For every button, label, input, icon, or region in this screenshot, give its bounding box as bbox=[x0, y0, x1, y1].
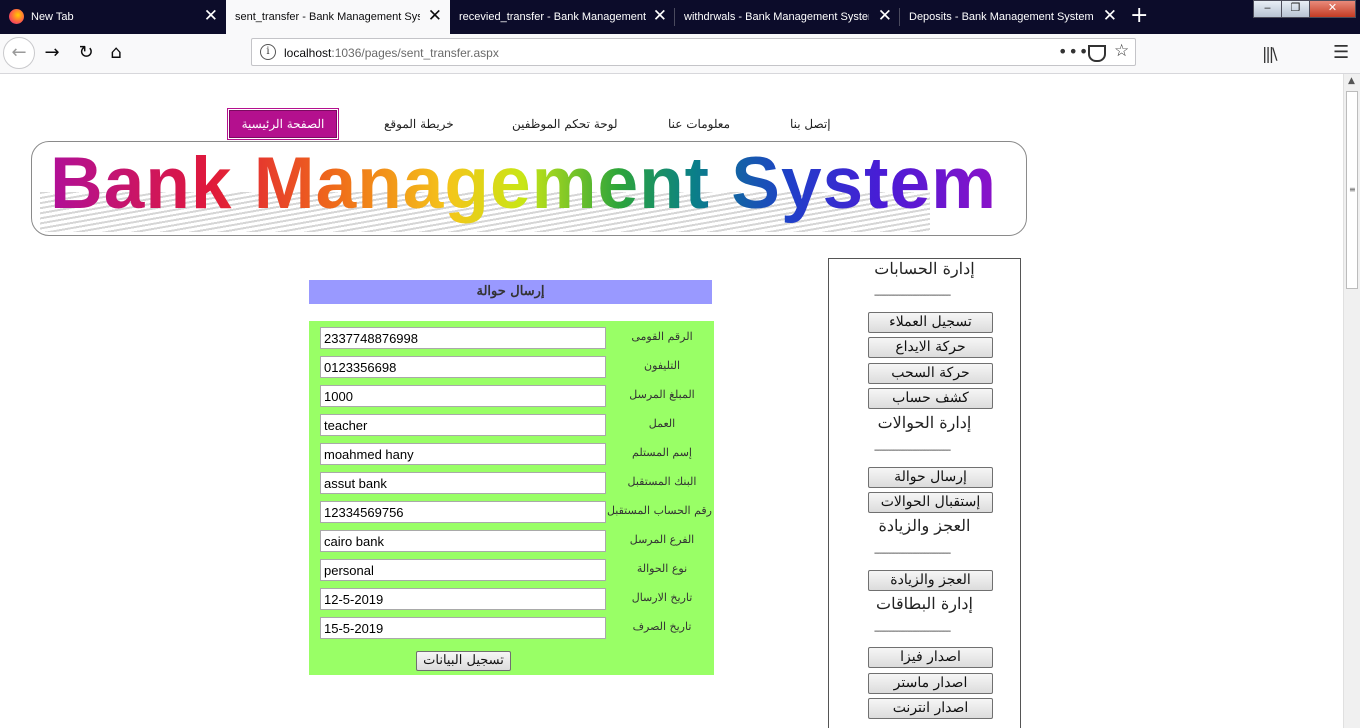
page-content: الصفحة الرئيسية خريطة الموقع لوحة تحكم ا… bbox=[0, 74, 1343, 728]
tab-recevied-transfer[interactable]: recevied_transfer - Bank Management Syst… bbox=[450, 0, 675, 34]
divider: -------------------------------- bbox=[874, 290, 951, 301]
receiving-bank-label: البنك المستقبل bbox=[627, 475, 697, 488]
phone-label: التليفون bbox=[643, 359, 680, 372]
tab-close-icon[interactable]: ✕ bbox=[653, 6, 667, 26]
account-statement-button[interactable]: كشف حساب bbox=[868, 388, 993, 409]
window-close-icon[interactable]: ✕ bbox=[1309, 0, 1356, 18]
recipient-name-input[interactable] bbox=[320, 443, 606, 465]
sending-branch-label: الفرع المرسل bbox=[629, 533, 695, 546]
nav-home-link[interactable]: الصفحة الرئيسية bbox=[227, 108, 339, 140]
section-title-cards: إدارة البطاقات bbox=[876, 594, 973, 613]
tab-close-icon[interactable]: ✕ bbox=[1103, 6, 1117, 26]
job-label: العمل bbox=[648, 417, 676, 430]
navigation-toolbar: ← → ↻ ⌂ i localhost:1036/pages/sent_tran… bbox=[0, 34, 1360, 92]
address-bar[interactable]: i localhost:1036/pages/sent_transfer.asp… bbox=[251, 38, 1136, 66]
send-transfer-button[interactable]: إرسال حوالة bbox=[868, 467, 993, 488]
firefox-icon bbox=[9, 9, 24, 24]
section-title-accounts: إدارة الحسابات bbox=[874, 259, 975, 278]
minimize-icon[interactable]: ‒ bbox=[1253, 0, 1282, 18]
divider: -------------------------------- bbox=[874, 548, 951, 559]
maximize-icon[interactable]: ❐ bbox=[1281, 0, 1310, 18]
banner-title: Bank Management System bbox=[50, 143, 997, 224]
tab-sent-transfer[interactable]: sent_transfer - Bank Management System ✕ bbox=[226, 0, 450, 34]
recipient-name-label: إسم المستلم bbox=[632, 446, 692, 459]
tab-title: Deposits - Bank Management System bbox=[909, 11, 1094, 23]
nav-about-link[interactable]: معلومات عنا bbox=[668, 117, 730, 131]
tab-withdrwals[interactable]: withdrwals - Bank Management System ✕ bbox=[675, 0, 900, 34]
home-icon[interactable]: ⌂ bbox=[100, 37, 132, 69]
national-id-label: الرقم القومى bbox=[631, 330, 693, 343]
site-banner: Bank Management System bbox=[31, 141, 1027, 236]
scroll-up-arrow-icon[interactable]: ▲ bbox=[1348, 76, 1355, 86]
send-date-input[interactable] bbox=[320, 588, 606, 610]
bookmark-star-icon[interactable]: ☆ bbox=[1114, 41, 1129, 61]
register-customers-button[interactable]: تسجيل العملاء bbox=[868, 312, 993, 333]
tab-title: New Tab bbox=[31, 11, 74, 23]
tab-title: recevied_transfer - Bank Management Syst… bbox=[459, 11, 649, 23]
tab-title: withdrwals - Bank Management System bbox=[684, 11, 869, 23]
issue-internet-button[interactable]: اصدار انترنت bbox=[868, 698, 993, 719]
receiving-bank-input[interactable] bbox=[320, 472, 606, 494]
page-actions-ellipsis-icon[interactable]: ••• bbox=[1058, 42, 1089, 61]
job-input[interactable] bbox=[320, 414, 606, 436]
forward-arrow-icon[interactable]: → bbox=[36, 37, 68, 69]
new-tab-plus-icon[interactable]: + bbox=[1130, 4, 1148, 28]
site-info-icon[interactable]: i bbox=[260, 44, 276, 60]
issue-master-button[interactable]: اصدار ماستر bbox=[868, 673, 993, 694]
receiving-account-label: رقم الحساب المستقبل bbox=[606, 504, 712, 517]
tab-new-tab[interactable]: New Tab ✕ bbox=[0, 0, 226, 34]
send-date-label: تاريخ الارسال bbox=[631, 591, 693, 604]
phone-input[interactable] bbox=[320, 356, 606, 378]
receive-transfers-button[interactable]: إستقبال الحوالات bbox=[868, 492, 993, 513]
payout-date-label: تاريخ الصرف bbox=[632, 620, 692, 633]
amount-input[interactable] bbox=[320, 385, 606, 407]
tab-close-icon[interactable]: ✕ bbox=[878, 6, 892, 26]
library-icon[interactable]: |||\ bbox=[1262, 44, 1278, 63]
url-text[interactable]: localhost:1036/pages/sent_transfer.aspx bbox=[284, 46, 499, 60]
side-menu: إدارة الحسابات -------------------------… bbox=[828, 258, 1021, 728]
scrollbar-thumb[interactable]: ≡ bbox=[1346, 91, 1358, 289]
tab-strip: New Tab ✕ sent_transfer - Bank Managemen… bbox=[0, 0, 1360, 34]
tab-title: sent_transfer - Bank Management System bbox=[235, 11, 420, 23]
section-title-deficit: العجز والزيادة bbox=[878, 516, 971, 535]
sending-branch-input[interactable] bbox=[320, 530, 606, 552]
deficit-surplus-button[interactable]: العجز والزيادة bbox=[868, 570, 993, 591]
transfer-type-label: نوع الحوالة bbox=[636, 562, 688, 575]
payout-date-input[interactable] bbox=[320, 617, 606, 639]
section-title-transfers: إدارة الحوالات bbox=[877, 413, 972, 432]
tab-close-icon[interactable]: ✕ bbox=[204, 6, 218, 26]
national-id-input[interactable] bbox=[320, 327, 606, 349]
deposit-movement-button[interactable]: حركة الايداع bbox=[868, 337, 993, 358]
issue-visa-button[interactable]: اصدار فيزا bbox=[868, 647, 993, 668]
transfer-type-input[interactable] bbox=[320, 559, 606, 581]
receiving-account-input[interactable] bbox=[320, 501, 606, 523]
tab-deposits[interactable]: Deposits - Bank Management System ✕ bbox=[900, 0, 1125, 34]
nav-contact-link[interactable]: إتصل بنا bbox=[790, 117, 831, 131]
pocket-icon[interactable] bbox=[1088, 45, 1106, 62]
nav-dashboard-link[interactable]: لوحة تحكم الموظفين bbox=[512, 117, 618, 131]
divider: -------------------------------- bbox=[874, 445, 951, 456]
withdrawal-movement-button[interactable]: حركة السحب bbox=[868, 363, 993, 384]
hamburger-menu-icon[interactable]: ☰ bbox=[1333, 42, 1349, 63]
tab-close-icon[interactable]: ✕ bbox=[428, 6, 442, 26]
form-title: إرسال حوالة bbox=[309, 280, 712, 304]
reload-icon[interactable]: ↻ bbox=[70, 37, 102, 69]
amount-label: المبلغ المرسل bbox=[629, 388, 695, 401]
nav-sitemap-link[interactable]: خريطة الموقع bbox=[384, 117, 454, 131]
divider: -------------------------------- bbox=[874, 626, 951, 637]
transfer-form: الرقم القومى التليفون المبلغ المرسل العم… bbox=[309, 321, 714, 675]
submit-data-button[interactable]: تسجيل البيانات bbox=[416, 651, 511, 671]
vertical-scrollbar[interactable]: ▲ ≡ bbox=[1343, 74, 1360, 728]
back-arrow-icon[interactable]: ← bbox=[3, 37, 35, 69]
